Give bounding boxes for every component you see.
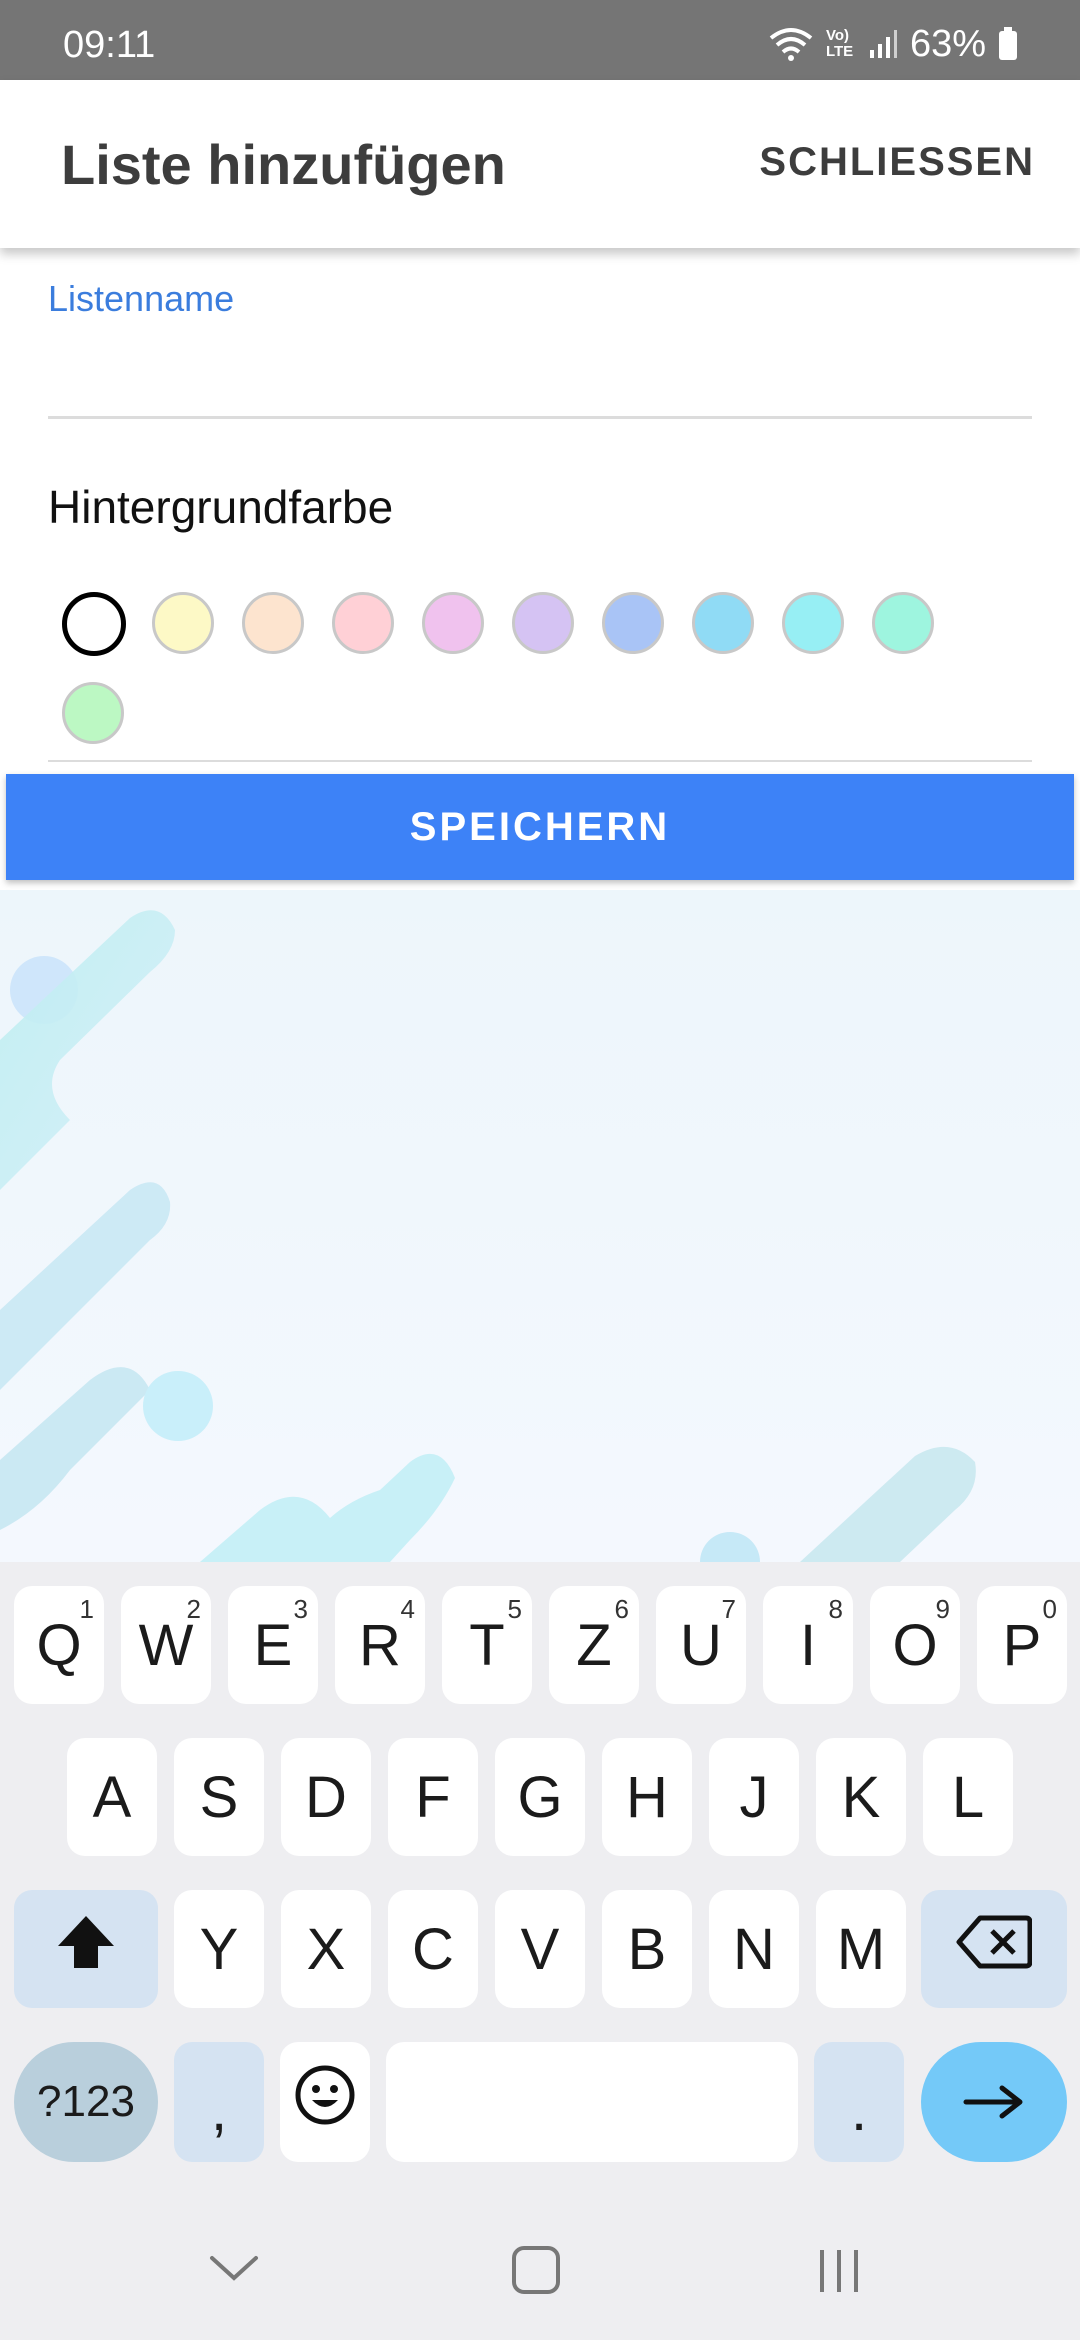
key-i[interactable]: I8 <box>763 1586 853 1704</box>
backspace-key[interactable] <box>921 1890 1067 2008</box>
color-swatch[interactable] <box>242 592 304 654</box>
key-label: O <box>892 1612 938 1678</box>
shift-key[interactable] <box>14 1890 158 2008</box>
key-a[interactable]: A <box>67 1738 157 1856</box>
battery-icon <box>998 27 1018 61</box>
key-number-hint: 3 <box>293 1594 308 1624</box>
key-p[interactable]: P0 <box>977 1586 1067 1704</box>
color-swatch[interactable] <box>782 592 844 654</box>
key-d[interactable]: D <box>281 1738 371 1856</box>
key-number-hint: 8 <box>828 1594 843 1624</box>
space-key[interactable] <box>386 2042 798 2162</box>
key-label: W <box>138 1612 194 1678</box>
backspace-icon <box>956 1914 1033 1984</box>
app-bar: Liste hinzufügen SCHLIESSEN <box>0 80 1080 248</box>
color-swatch[interactable] <box>62 682 124 744</box>
divider <box>48 760 1032 762</box>
key-o[interactable]: O9 <box>870 1586 960 1704</box>
key-y[interactable]: Y <box>174 1890 264 2008</box>
key-label: T <box>469 1612 505 1678</box>
symbols-key[interactable]: ?123 <box>14 2042 158 2162</box>
period-key[interactable]: . <box>814 2042 904 2162</box>
emoji-icon <box>294 2064 356 2140</box>
key-number-hint: 7 <box>721 1594 736 1624</box>
page-title: Liste hinzufügen <box>61 133 506 196</box>
key-number-hint: 0 <box>1042 1594 1057 1624</box>
status-bar: 09:11 Vo) LTE 63% <box>0 0 1080 80</box>
key-number-hint: 9 <box>935 1594 950 1624</box>
shift-icon <box>54 1912 118 1986</box>
signal-icon <box>868 28 898 60</box>
color-swatch[interactable] <box>332 592 394 654</box>
background-illustration <box>0 890 1080 1562</box>
key-number-hint: 5 <box>507 1594 522 1624</box>
key-k[interactable]: K <box>816 1738 906 1856</box>
key-label: R <box>359 1612 401 1678</box>
color-swatch[interactable] <box>512 592 574 654</box>
key-e[interactable]: E3 <box>228 1586 318 1704</box>
recents-icon[interactable] <box>814 2246 864 2296</box>
key-l[interactable]: L <box>923 1738 1013 1856</box>
key-g[interactable]: G <box>495 1738 585 1856</box>
color-swatch[interactable] <box>602 592 664 654</box>
wifi-icon <box>768 26 814 62</box>
key-label: E <box>253 1612 293 1678</box>
enter-key[interactable] <box>921 2042 1067 2162</box>
key-number-hint: 4 <box>400 1594 415 1624</box>
key-w[interactable]: W2 <box>121 1586 211 1704</box>
key-label: I <box>799 1612 817 1678</box>
key-j[interactable]: J <box>709 1738 799 1856</box>
key-u[interactable]: U7 <box>656 1586 746 1704</box>
key-q[interactable]: Q1 <box>14 1586 104 1704</box>
arrow-right-icon <box>962 2069 1026 2136</box>
key-number-hint: 6 <box>614 1594 629 1624</box>
chevron-down-icon[interactable] <box>206 2250 262 2286</box>
key-m[interactable]: M <box>816 1890 906 2008</box>
key-v[interactable]: V <box>495 1890 585 2008</box>
status-icons: Vo) LTE 63% <box>768 22 1018 65</box>
status-time: 09:11 <box>63 24 156 66</box>
key-number-hint: 2 <box>186 1594 201 1624</box>
color-swatch[interactable] <box>62 592 126 656</box>
list-name-label: Listenname <box>48 278 235 319</box>
key-x[interactable]: X <box>281 1890 371 2008</box>
key-h[interactable]: H <box>602 1738 692 1856</box>
key-z[interactable]: Z6 <box>549 1586 639 1704</box>
keyboard: Q1W2E3R4T5Z6U7I8O9P0 ASDFGHJKL YXCVBNM ?… <box>0 1562 1080 2340</box>
key-t[interactable]: T5 <box>442 1586 532 1704</box>
key-label: Q <box>36 1612 82 1678</box>
key-label: U <box>680 1612 722 1678</box>
key-r[interactable]: R4 <box>335 1586 425 1704</box>
comma-key[interactable]: , <box>174 2042 264 2162</box>
list-name-input[interactable] <box>48 330 1032 419</box>
home-square-icon[interactable] <box>510 2244 562 2296</box>
close-button[interactable]: SCHLIESSEN <box>759 140 1035 185</box>
save-button[interactable]: SPEICHERN <box>6 774 1074 880</box>
key-label: P <box>1002 1612 1042 1678</box>
battery-percent: 63% <box>909 22 986 65</box>
volte-label: Vo) LTE <box>825 27 854 60</box>
background-color-title: Hintergrundfarbe <box>48 481 394 533</box>
color-swatch[interactable] <box>152 592 214 654</box>
key-c[interactable]: C <box>388 1890 478 2008</box>
key-f[interactable]: F <box>388 1738 478 1856</box>
color-swatch[interactable] <box>872 592 934 654</box>
key-n[interactable]: N <box>709 1890 799 2008</box>
color-swatch[interactable] <box>692 592 754 654</box>
key-label: Z <box>576 1612 612 1678</box>
key-s[interactable]: S <box>174 1738 264 1856</box>
color-swatch[interactable] <box>422 592 484 654</box>
emoji-key[interactable] <box>280 2042 370 2162</box>
key-b[interactable]: B <box>602 1890 692 2008</box>
key-number-hint: 1 <box>79 1594 94 1624</box>
